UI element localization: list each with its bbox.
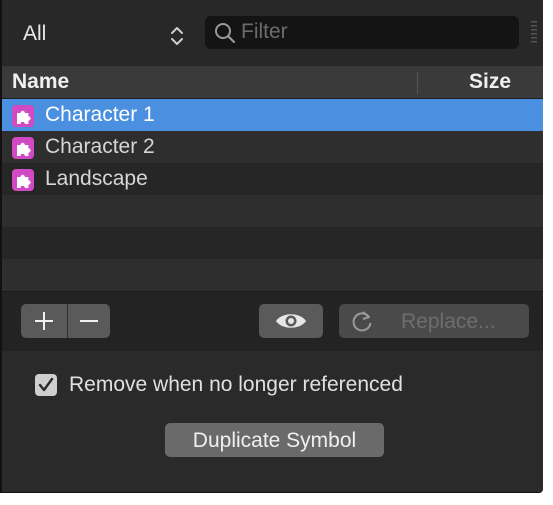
preview-button[interactable] (259, 304, 323, 338)
eye-icon (276, 314, 306, 328)
column-header-name[interactable]: Name (12, 70, 69, 94)
row-label: Character 2 (45, 135, 155, 158)
duplicate-symbol-label: Duplicate Symbol (192, 429, 357, 452)
updown-chevron-icon (168, 24, 186, 48)
replace-button[interactable]: Replace... (385, 304, 529, 338)
category-dropdown-value: All (23, 22, 47, 45)
symbols-panel: All Filter Name Size Character 1 Charact… (0, 0, 543, 493)
table-row[interactable]: Character 2 (2, 131, 543, 163)
add-symbol-button[interactable] (21, 304, 67, 338)
row-label: Landscape (45, 167, 148, 190)
refresh-icon (352, 311, 372, 332)
column-header-size[interactable]: Size (469, 70, 511, 94)
plus-icon (35, 312, 53, 330)
filter-field[interactable] (205, 16, 519, 49)
category-dropdown[interactable]: All (2, 14, 192, 54)
empty-row (2, 195, 543, 227)
resize-grip-icon[interactable] (528, 16, 540, 49)
symbol-icon (12, 169, 34, 191)
column-divider[interactable] (417, 72, 418, 94)
remove-unreferenced-label[interactable]: Remove when no longer referenced (69, 373, 403, 397)
table-row[interactable]: Landscape (2, 163, 543, 195)
table-row[interactable]: Character 1 (2, 99, 543, 131)
remove-unreferenced-checkbox[interactable] (35, 374, 57, 396)
row-label: Character 1 (45, 103, 155, 126)
minus-icon (80, 320, 98, 322)
list-toolbar: Replace... (2, 291, 543, 352)
remove-symbol-button[interactable] (68, 304, 110, 338)
empty-row (2, 227, 543, 259)
symbol-icon (12, 105, 34, 127)
search-icon (213, 21, 237, 45)
symbol-icon (12, 137, 34, 159)
options-area: Remove when no longer referenced Duplica… (2, 351, 543, 492)
symbol-list: Character 1 Character 2 Landscape (2, 99, 543, 291)
empty-row (2, 259, 543, 291)
replace-button-label: Replace... (401, 310, 496, 333)
table-header: Name Size (2, 66, 543, 99)
checkmark-icon (38, 377, 54, 392)
panel-top-bar: All (2, 0, 543, 66)
duplicate-symbol-button[interactable]: Duplicate Symbol (165, 423, 384, 457)
refresh-button[interactable] (339, 304, 385, 338)
filter-input[interactable] (241, 19, 511, 45)
